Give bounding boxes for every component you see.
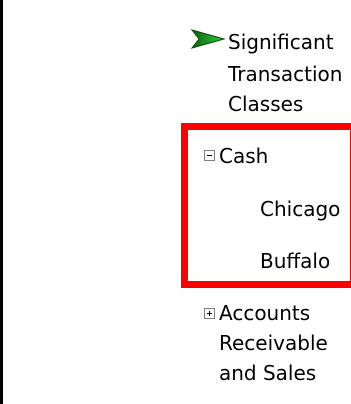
tree-item-label-line: Significant: [228, 30, 334, 54]
expand-toggle-icon[interactable]: [204, 308, 215, 319]
tree-item-label-line: Receivable: [219, 331, 328, 355]
tree-item-label-line: Transaction: [228, 62, 343, 86]
navigation-tree: Significant Transaction Classes Cash Chi…: [0, 0, 351, 404]
tree-item-label-line: Classes: [228, 92, 304, 116]
tree-item-label-line: and Sales: [219, 361, 317, 385]
arrow-right-icon: [190, 29, 226, 49]
highlight-box: [181, 123, 351, 288]
tree-item-label-line: Accounts: [219, 301, 311, 325]
